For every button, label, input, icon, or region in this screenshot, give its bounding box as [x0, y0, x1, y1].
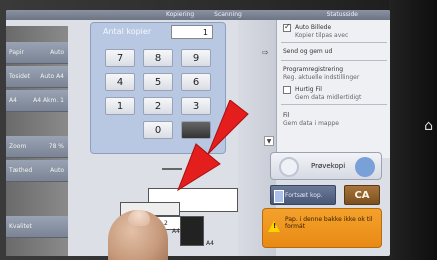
- keypad-key[interactable]: 9: [181, 49, 211, 67]
- keypad-key[interactable]: 1: [105, 97, 135, 115]
- setting-label: Zoom: [9, 143, 27, 150]
- option-auto-sub: Kopier tilpas avec: [295, 32, 349, 39]
- divider: [281, 42, 387, 43]
- warning-text: Pap. i denne bakke ikke ok til formát: [285, 216, 373, 230]
- setting-value: Auto: [50, 49, 64, 56]
- warning-icon: [268, 221, 280, 232]
- copies-label: Antal kopier: [103, 27, 152, 36]
- divider: [281, 60, 387, 61]
- left-settings-column: Papir Auto Tosidet Auto A4 A4 A4 Akm. 1 Zoo…: [6, 26, 68, 256]
- setting-value: Auto: [50, 167, 64, 174]
- finger-nail: [128, 210, 150, 226]
- setting-button[interactable]: Tosidet Auto A4: [6, 66, 68, 88]
- setting-button[interactable]: A4 A4 Akm. 1: [6, 90, 68, 112]
- setting-value: A4 Akm. 1: [33, 97, 64, 104]
- option-program-sub: Reg. aktuelle indstillinger: [283, 74, 360, 81]
- topbar-status[interactable]: Statusside: [327, 10, 358, 20]
- chevron-down-icon[interactable]: ▼: [264, 136, 274, 146]
- tray-size: A4: [206, 240, 214, 247]
- tray-size: A4: [172, 228, 180, 235]
- setting-button[interactable]: Zoom 78 %: [6, 136, 68, 158]
- setting-label: Tæthed: [9, 167, 33, 174]
- option-auto[interactable]: Auto Billede: [295, 24, 331, 31]
- topbar-item[interactable]: Kopiering: [166, 11, 194, 18]
- keypad-key[interactable]: 7: [105, 49, 135, 67]
- red-arrow-icon: [176, 100, 249, 192]
- setting-button[interactable]: Papir Auto: [6, 42, 68, 64]
- setting-label: Kvalitet: [9, 223, 32, 230]
- preview-copy-button[interactable]: Prøvekopi: [270, 152, 382, 180]
- home-icon[interactable]: ⌂: [424, 118, 433, 134]
- continue-copy-button[interactable]: Fortsæt kop.: [270, 185, 336, 205]
- keypad-key[interactable]: 6: [181, 73, 211, 91]
- option-quick-sub: Gem data midlertidigt: [295, 94, 362, 101]
- option-quick[interactable]: Hurtig Fil: [295, 86, 322, 93]
- preview-circle-icon: [279, 157, 299, 177]
- send-icon: ⇨: [262, 48, 269, 57]
- selected-tray[interactable]: [180, 216, 204, 246]
- setting-label: Papir: [9, 49, 24, 56]
- topbar-item[interactable]: Scanning: [214, 11, 242, 18]
- option-fil[interactable]: Fil: [283, 112, 289, 119]
- copies-field[interactable]: 1: [171, 25, 213, 39]
- preview-label: Prøvekopi: [311, 162, 346, 170]
- setting-label: A4: [9, 97, 17, 104]
- option-send[interactable]: Send og gem ud: [283, 48, 332, 55]
- option-fil-sub: Gem data i mappe: [283, 120, 339, 127]
- keypad-key[interactable]: 5: [143, 73, 173, 91]
- keypad-key[interactable]: 8: [143, 49, 173, 67]
- option-program[interactable]: Programregistrering: [283, 66, 343, 73]
- ca-button[interactable]: CA: [344, 185, 380, 205]
- keypad-key[interactable]: 4: [105, 73, 135, 91]
- setting-button[interactable]: Kvalitet: [6, 216, 68, 238]
- options-panel: Auto Billede Kopier tilpas avec Send og …: [276, 20, 390, 158]
- setting-value: Auto A4: [40, 73, 64, 80]
- setting-button[interactable]: Tæthed Auto: [6, 160, 68, 182]
- preview-dot-icon: [355, 157, 375, 177]
- setting-label: Tosidet: [9, 73, 30, 80]
- paper-warning: Pap. i denne bakke ikke ok til formát: [262, 208, 382, 248]
- checkbox-icon[interactable]: [283, 22, 291, 32]
- setting-value: 78 %: [48, 143, 64, 150]
- checkbox-icon[interactable]: [283, 86, 291, 94]
- divider: [281, 104, 387, 105]
- screen-topbar: Kopiering Scanning Statusside: [6, 10, 390, 20]
